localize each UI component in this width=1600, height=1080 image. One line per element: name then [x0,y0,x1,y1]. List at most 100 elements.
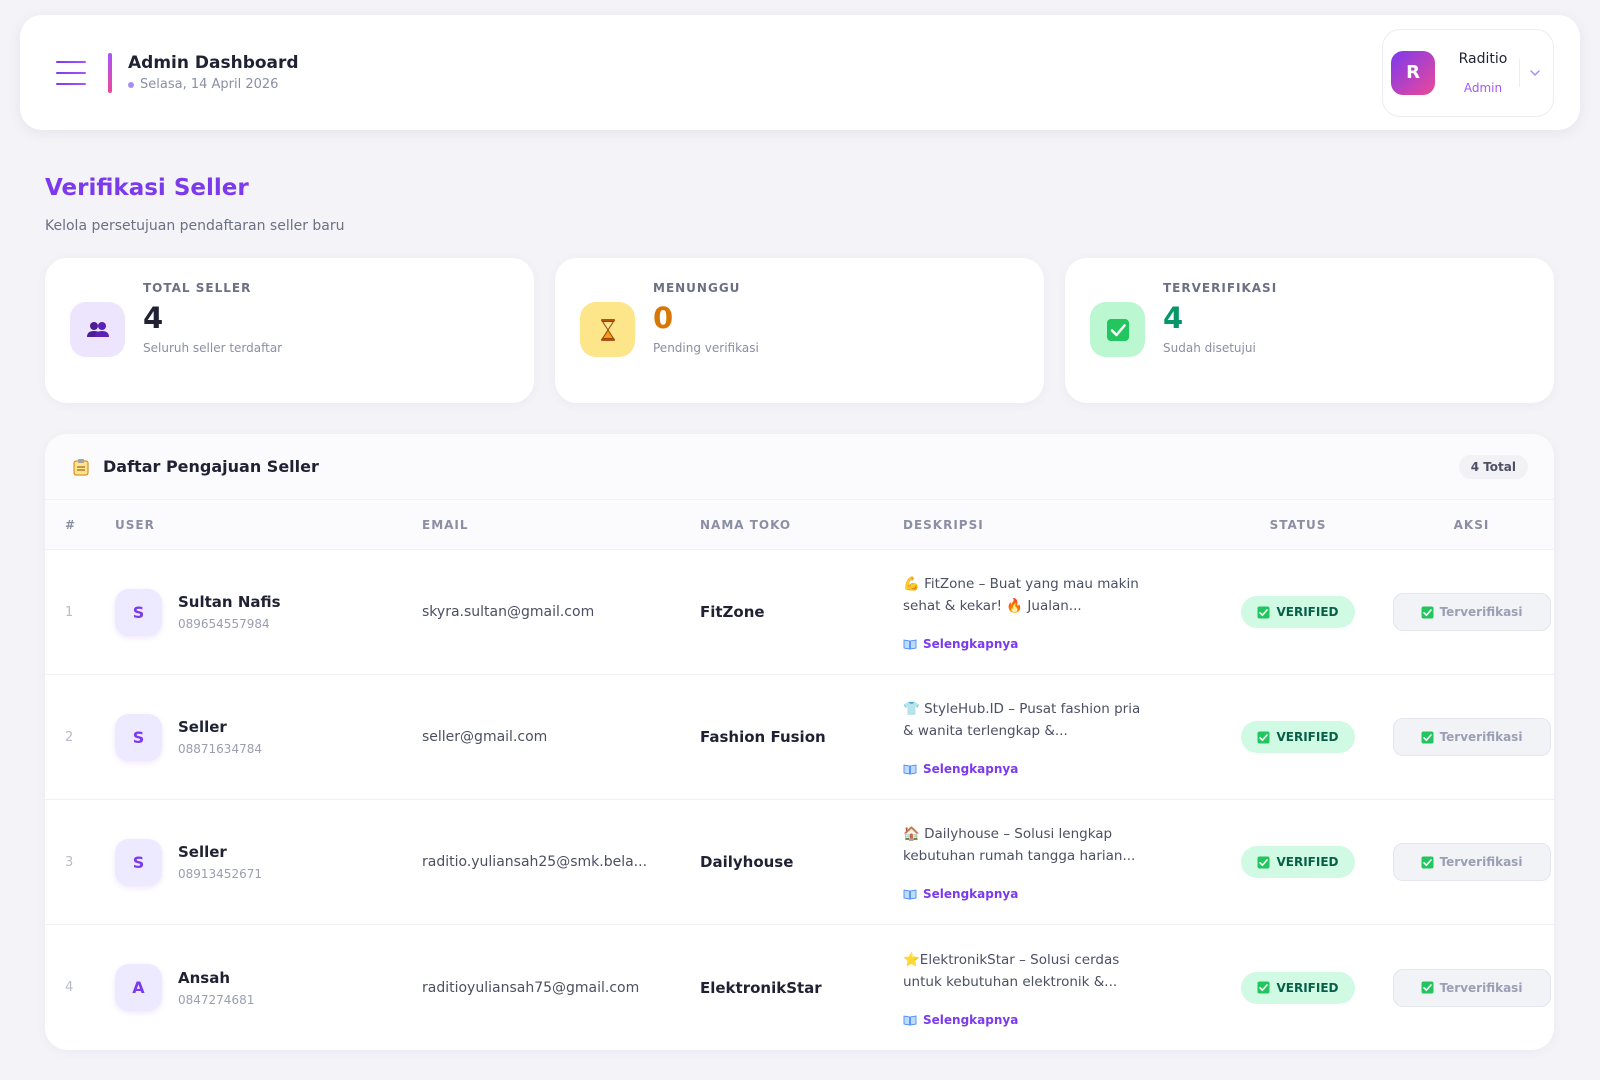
row-name: Seller [178,718,227,736]
row-number: 3 [65,854,74,870]
user-info: Raditio Admin [1447,51,1519,95]
stat-desc: Seluruh seller terdaftar [143,341,283,355]
check-icon [1090,302,1145,357]
row-desc: 🏠 Dailyhouse – Solusi lengkap kebutuhan … [903,823,1207,901]
row-toko: Fashion Fusion [700,728,826,746]
status-text: VERIFIED [1276,730,1339,744]
table-header-bar: Daftar Pengajuan Seller 4 Total [45,434,1554,500]
row-email: raditioyuliansah75@gmail.com [422,979,640,996]
desc-text: 💪 FitZone – Buat yang mau makin sehat & … [903,576,1139,614]
stat-desc: Sudah disetujui [1163,341,1256,355]
read-more-link[interactable]: Selengkapnya [903,762,1207,776]
check-box-icon [1257,606,1270,619]
status-text: VERIFIED [1276,605,1339,619]
row-name: Ansah [178,968,231,987]
aksi-label: Terverifikasi [1439,605,1523,619]
stats-row: TOTAL SELLER 4 Seluruh seller terdaftar … [45,258,1554,403]
row-status: VERIFIED [1207,846,1389,878]
verified-button[interactable]: Terverifikasi [1392,593,1551,631]
clipboard-icon [73,458,89,476]
read-more-link[interactable]: Selengkapnya [903,887,1207,901]
check-box-icon [1421,731,1434,744]
table-row: 1 S Sultan Nafis 089654557984 skyra.sult… [45,550,1554,675]
avatar: S [115,713,162,761]
read-more-link[interactable]: Selengkapnya [903,1013,1207,1027]
stat-text-verified: TERVERIFIKASI 4 Sudah disetujui [1163,281,1277,355]
user-menu[interactable]: R Raditio Admin [1382,28,1554,117]
row-number: 2 [65,729,74,745]
check-box-icon [1421,981,1434,994]
hourglass-icon [580,302,635,357]
row-phone: 0847274681 [178,992,255,1007]
read-more-link[interactable]: Selengkapnya [903,637,1207,651]
col-user: USER [115,517,155,532]
stat-text-pending: MENUNGGU 0 Pending verifikasi [653,281,759,355]
row-email: skyra.sultan@gmail.com [422,604,595,620]
avatar: S [115,838,162,886]
stat-desc: Pending verifikasi [653,341,759,355]
check-box-icon [1421,606,1434,619]
row-name: Seller [178,843,227,861]
read-more-label: Selengkapnya [923,1012,1019,1027]
avatar: A [115,964,162,1011]
status-text: VERIFIED [1276,980,1339,995]
row-status: VERIFIED [1207,721,1389,753]
table-row: 4 A Ansah 0847274681 raditioyuliansah75@… [45,925,1554,1050]
status-badge: VERIFIED [1241,596,1355,628]
row-toko: ElektronikStar [700,978,822,997]
check-box-icon [1257,731,1270,744]
col-aksi: AKSI [1453,517,1490,532]
row-email: seller@gmail.com [422,729,548,745]
stat-value: 4 [143,301,164,335]
stat-label: MENUNGGU [653,281,741,295]
status-badge: VERIFIED [1241,721,1355,753]
user-menu-toggle[interactable] [1519,58,1541,87]
verified-button[interactable]: Terverifikasi [1392,843,1551,881]
book-icon [903,1014,917,1026]
read-more-label: Selengkapnya [923,887,1019,901]
user-meta: Ansah 0847274681 [178,969,254,1007]
row-user: S Sultan Nafis 089654557984 [115,588,422,636]
status-badge: VERIFIED [1241,846,1355,878]
page-title: Verifikasi Seller [45,175,249,201]
stat-value: 0 [653,301,674,335]
header-date-text: Selasa, 14 April 2026 [140,77,279,92]
check-box-icon [1421,856,1434,869]
user-meta: Sultan Nafis 089654557984 [178,593,281,631]
col-num: # [65,517,77,532]
row-user: S Seller 08913452671 [115,838,422,886]
chevron-down-icon [1530,69,1540,76]
read-more-label: Selengkapnya [923,762,1019,776]
table-row: 3 S Seller 08913452671 raditio.yuliansah… [45,800,1554,925]
desc-text: 👕 StyleHub.ID – Pusat fashion pria & wan… [903,701,1141,739]
check-box-icon [1257,856,1270,869]
book-icon [903,888,917,900]
row-toko: FitZone [700,603,765,621]
row-number: 4 [65,980,74,995]
user-avatar: R [1391,50,1435,95]
row-desc: ⭐ElektronikStar – Solusi cerdas untuk ke… [903,949,1207,1027]
status-text: VERIFIED [1276,855,1339,869]
row-phone: 08913452671 [178,867,262,881]
col-desc: DESKRIPSI [903,517,984,532]
row-aksi: Terverifikasi [1389,718,1554,756]
row-user: S Seller 08871634784 [115,713,422,761]
page-subtitle: Kelola persetujuan pendaftaran seller ba… [45,218,345,234]
verified-button[interactable]: Terverifikasi [1392,718,1551,756]
users-icon [70,302,125,357]
row-aksi: Terverifikasi [1389,968,1554,1007]
verified-button[interactable]: Terverifikasi [1392,968,1551,1007]
header-date: Selasa, 14 April 2026 [128,77,299,92]
user-name: Raditio [1458,50,1508,67]
aksi-label: Terverifikasi [1439,980,1523,995]
read-more-label: Selengkapnya [923,637,1019,651]
row-aksi: Terverifikasi [1389,843,1554,881]
header-title-group: Admin Dashboard Selasa, 14 April 2026 [128,53,299,92]
menu-icon[interactable] [56,60,86,85]
stat-card-pending: MENUNGGU 0 Pending verifikasi [555,258,1044,403]
book-icon [903,638,917,650]
row-status: VERIFIED [1207,971,1389,1004]
top-header: Admin Dashboard Selasa, 14 April 2026 R … [20,15,1580,130]
check-box-icon [1257,981,1270,994]
status-badge: VERIFIED [1241,971,1355,1004]
